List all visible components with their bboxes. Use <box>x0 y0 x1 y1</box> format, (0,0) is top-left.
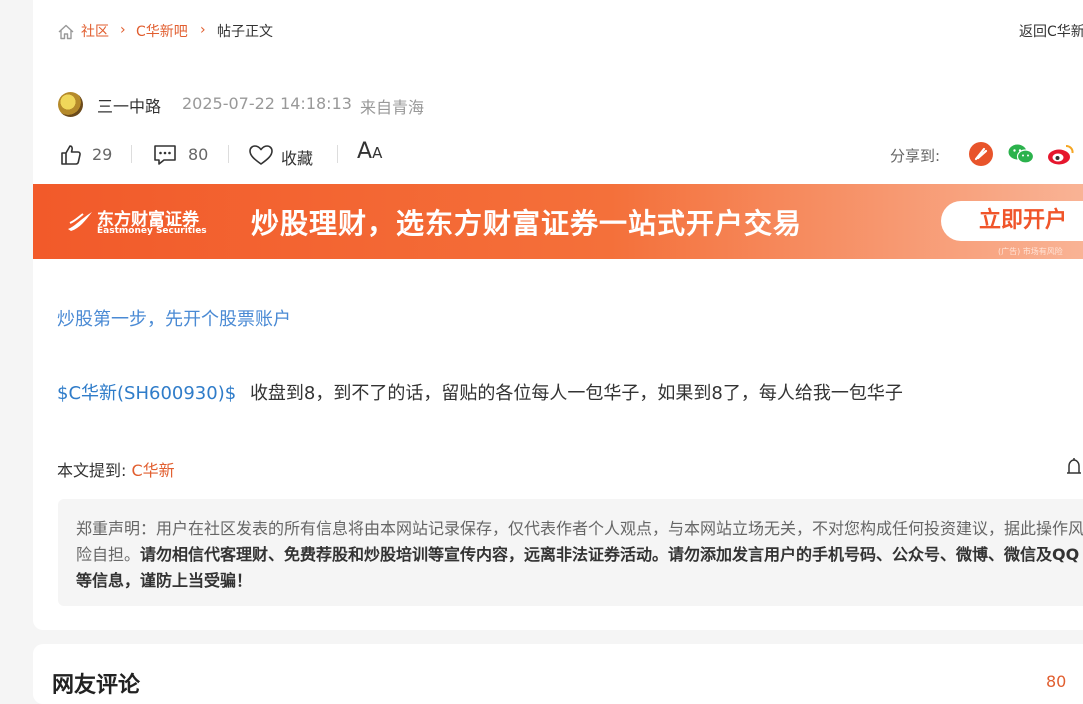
breadcrumb-home-link[interactable]: 社区 <box>81 24 109 40</box>
post-location: 来自青海 <box>360 98 425 117</box>
open-account-button[interactable]: 立即开户 <box>941 201 1083 241</box>
stock-tag-link[interactable]: $C华新(SH600930)$ <box>57 383 236 404</box>
mention-label: 本文提到: <box>57 461 127 480</box>
divider <box>337 145 338 163</box>
comments-count: 80 <box>1046 672 1067 691</box>
thumbs-up-icon[interactable] <box>59 143 83 171</box>
home-icon[interactable] <box>57 23 75 45</box>
banner-slogan: 炒股理财，选东方财富证券一站式开户交易 <box>251 207 803 240</box>
comments-title: 网友评论 <box>52 673 141 698</box>
heart-icon[interactable] <box>248 143 274 171</box>
avatar[interactable] <box>58 92 83 117</box>
breadcrumb-current: 帖子正文 <box>217 24 273 40</box>
wechat-icon[interactable] <box>1007 142 1035 170</box>
like-count: 29 <box>92 145 113 164</box>
post-text: 收盘到8，到不了的话，留贴的各位每人一包华子，如果到8了，每人给我一包华子 <box>249 383 903 404</box>
disclaimer-box: 郑重声明：用户在社区发表的所有信息将由本网站记录保存，仅代表作者个人观点，与本网… <box>58 499 1083 606</box>
breadcrumb-forum-link[interactable]: C华新吧 <box>136 24 188 40</box>
promo-link[interactable]: 炒股第一步，先开个股票账户 <box>57 305 291 331</box>
comment-count: 80 <box>188 145 209 164</box>
post-body: $C华新(SH600930)$ 收盘到8，到不了的话，留贴的各位每人一包华子，如… <box>57 379 903 405</box>
weibo-icon[interactable] <box>1047 142 1075 170</box>
chevron-right-icon: › <box>200 22 206 38</box>
share-label: 分享到: <box>890 147 941 165</box>
chevron-right-icon: › <box>120 22 126 38</box>
ad-banner[interactable]: 东方财富证券 Eastmoney Securities 炒股理财，选东方财富证券… <box>33 184 1083 259</box>
comments-card <box>33 644 1083 704</box>
divider <box>228 145 229 163</box>
mention-stock-link[interactable]: C华新 <box>132 461 175 480</box>
guba-share-icon[interactable] <box>969 142 993 166</box>
comment-icon[interactable] <box>152 143 178 171</box>
mention-row: 本文提到: C华新 <box>57 457 175 481</box>
favorite-button[interactable]: 收藏 <box>281 145 313 169</box>
disclaimer-text: 郑重声明：用户在社区发表的所有信息将由本网站记录保存，仅代表作者个人观点，与本网… <box>76 519 1083 590</box>
ad-tag: (广告) 市场有风险 <box>998 247 1063 256</box>
banner-logo-en: Eastmoney Securities <box>97 226 207 236</box>
eastmoney-logo-icon <box>65 209 95 237</box>
report-icon[interactable] <box>1065 457 1083 481</box>
author-name[interactable]: 三一中路 <box>97 93 161 117</box>
post-time: 2025-07-22 14:18:13 <box>182 94 352 113</box>
divider <box>131 145 132 163</box>
font-size-button[interactable]: AA <box>357 139 382 164</box>
back-to-forum-link[interactable]: 返回C华新 <box>1019 22 1083 42</box>
